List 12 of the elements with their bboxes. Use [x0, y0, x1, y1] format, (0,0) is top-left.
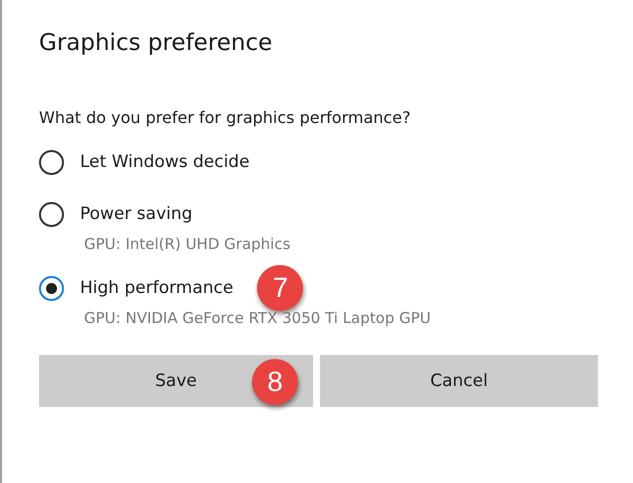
radio-button[interactable]: [39, 276, 64, 300]
question-text: What do you prefer for graphics performance?: [39, 108, 412, 127]
step-badge: 7: [257, 265, 304, 311]
radio-button[interactable]: [39, 202, 64, 226]
dialog-title: Graphics preference: [39, 30, 272, 58]
cancel-button[interactable]: Cancel: [320, 355, 598, 407]
gpu-text: GPU: NVIDIA GeForce RTX 3050 Ti Laptop GPU: [84, 309, 432, 327]
radio-button[interactable]: [39, 150, 64, 174]
gpu-text: GPU: Intel(R) UHD Graphics: [84, 235, 292, 253]
option-label: Let Windows decide: [80, 152, 250, 172]
option-label: High performance: [80, 278, 234, 298]
option-label: Power saving: [80, 204, 192, 224]
